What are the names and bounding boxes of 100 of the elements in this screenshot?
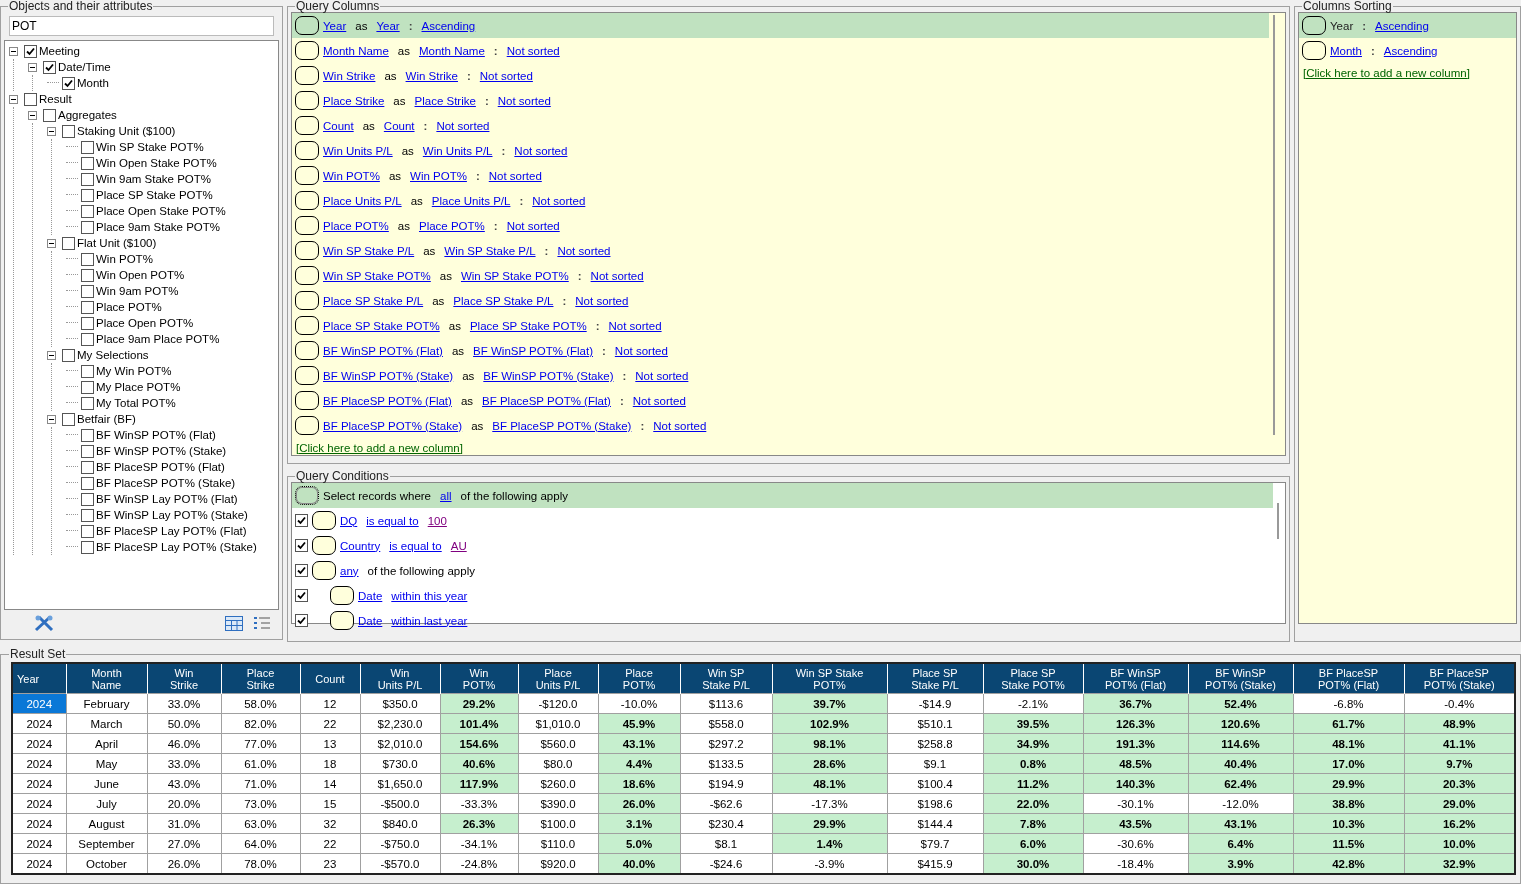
- checkbox[interactable]: [81, 140, 94, 154]
- tree-item[interactable]: BF WinSP POT% (Flat): [96, 429, 216, 441]
- tree-item[interactable]: My Selections: [77, 349, 149, 361]
- sort-link[interactable]: Not sorted: [557, 244, 611, 257]
- row-handle[interactable]: [295, 266, 319, 285]
- tree-item[interactable]: Win SP Stake POT%: [96, 141, 204, 153]
- sort-link[interactable]: Not sorted: [532, 194, 586, 207]
- row-handle[interactable]: [295, 341, 319, 360]
- checkbox[interactable]: [81, 396, 94, 410]
- value-link[interactable]: 100: [427, 514, 447, 527]
- tree-item[interactable]: BF PlaceSP POT% (Flat): [96, 461, 225, 473]
- sort-link[interactable]: Not sorted: [506, 219, 560, 232]
- checkbox[interactable]: [295, 539, 308, 552]
- table-cell[interactable]: 2024: [12, 813, 66, 834]
- column-header[interactable]: Place Units P/L: [518, 663, 598, 694]
- row-handle[interactable]: [295, 166, 319, 185]
- sort-link[interactable]: Not sorted: [608, 319, 662, 332]
- expand-toggle[interactable]: [47, 350, 56, 360]
- tree-item[interactable]: My Win POT%: [96, 365, 172, 377]
- column-header[interactable]: Win Units P/L: [360, 663, 440, 694]
- sort-link[interactable]: Not sorted: [614, 344, 668, 357]
- tree-item[interactable]: Place POT%: [96, 301, 162, 313]
- quantifier-link[interactable]: all: [440, 489, 452, 502]
- alias-link[interactable]: Win Units P/L: [422, 144, 493, 157]
- sort-link[interactable]: Not sorted: [479, 69, 533, 82]
- tree-item[interactable]: My Total POT%: [96, 397, 176, 409]
- checkbox[interactable]: [81, 540, 94, 554]
- expand-toggle[interactable]: [47, 238, 56, 248]
- table-cell[interactable]: 2024: [12, 733, 66, 754]
- checkbox[interactable]: [43, 108, 56, 122]
- row-handle[interactable]: [312, 536, 336, 555]
- row-handle[interactable]: [295, 66, 319, 85]
- row-handle[interactable]: [295, 416, 319, 435]
- field-link[interactable]: Win Units P/L: [323, 144, 393, 157]
- column-header[interactable]: Win SP Stake P/L: [680, 663, 772, 694]
- list-icon[interactable]: [253, 615, 271, 631]
- alias-link[interactable]: Win POT%: [410, 169, 467, 182]
- checkbox[interactable]: [81, 332, 94, 346]
- table-cell[interactable]: 2024: [12, 773, 66, 794]
- selected-row[interactable]: Year as Year : Ascending: [292, 13, 1269, 38]
- sort-link[interactable]: Not sorted: [632, 394, 686, 407]
- alias-link[interactable]: Month Name: [419, 44, 485, 57]
- tree-item[interactable]: BF WinSP Lay POT% (Stake): [96, 509, 248, 521]
- tree-item[interactable]: Place SP Stake POT%: [96, 189, 213, 201]
- checkbox[interactable]: [81, 252, 94, 266]
- checkbox[interactable]: [81, 428, 94, 442]
- tools-icon[interactable]: [34, 614, 54, 632]
- checkbox[interactable]: [81, 204, 94, 218]
- row-handle[interactable]: [295, 486, 319, 505]
- checkbox[interactable]: [81, 268, 94, 282]
- tree-item[interactable]: BF PlaceSP Lay POT% (Stake): [96, 541, 257, 553]
- checkbox[interactable]: [81, 300, 94, 314]
- row-handle[interactable]: [295, 116, 319, 135]
- checkbox[interactable]: [24, 44, 37, 58]
- alias-link[interactable]: Win SP Stake POT%: [460, 269, 569, 282]
- tree-item[interactable]: BF WinSP POT% (Stake): [96, 445, 227, 457]
- row-handle[interactable]: [295, 141, 319, 160]
- checkbox[interactable]: [62, 412, 75, 426]
- checkbox[interactable]: [24, 92, 37, 106]
- tree-item[interactable]: Betfair (BF): [77, 413, 136, 425]
- expand-toggle[interactable]: [9, 46, 18, 56]
- sort-link[interactable]: Not sorted: [436, 119, 490, 132]
- tree-item[interactable]: Win POT%: [96, 253, 153, 265]
- sort-link[interactable]: Not sorted: [506, 44, 560, 57]
- tree-item[interactable]: Date/Time: [58, 61, 111, 73]
- column-header[interactable]: BF WinSP POT% (Flat): [1083, 663, 1188, 694]
- grid-icon[interactable]: [225, 615, 243, 631]
- column-header[interactable]: BF PlaceSP POT% (Stake): [1404, 663, 1515, 694]
- alias-link[interactable]: Place SP Stake P/L: [453, 294, 554, 307]
- tree-item[interactable]: Win 9am Stake POT%: [96, 173, 212, 185]
- row-handle[interactable]: [330, 611, 354, 630]
- row-handle[interactable]: [295, 291, 319, 310]
- checkbox[interactable]: [62, 124, 75, 138]
- tree-item[interactable]: Win 9am POT%: [96, 285, 179, 297]
- checkbox[interactable]: [62, 236, 75, 250]
- sort-link[interactable]: Not sorted: [488, 169, 542, 182]
- tree-item[interactable]: Aggregates: [58, 109, 117, 121]
- row-handle[interactable]: [295, 366, 319, 385]
- field-link[interactable]: Date: [358, 589, 383, 602]
- row-handle[interactable]: [330, 586, 354, 605]
- column-header[interactable]: Place Strike: [221, 663, 300, 694]
- tree-item[interactable]: BF PlaceSP Lay POT% (Flat): [96, 525, 247, 537]
- field-link[interactable]: Count: [323, 119, 354, 132]
- checkbox[interactable]: [81, 316, 94, 330]
- add-column-link[interactable]: [Click here to add a new column]: [1303, 67, 1516, 79]
- field-link[interactable]: Month Name: [323, 44, 389, 57]
- alias-link[interactable]: Place Units P/L: [431, 194, 511, 207]
- operator-link[interactable]: within this year: [391, 589, 468, 602]
- checkbox[interactable]: [295, 514, 308, 527]
- quantifier-link[interactable]: any: [340, 564, 359, 577]
- alias-link[interactable]: BF PlaceSP POT% (Flat): [482, 394, 611, 407]
- checkbox[interactable]: [81, 380, 94, 394]
- checkbox[interactable]: [43, 60, 56, 74]
- row-handle[interactable]: [312, 511, 336, 530]
- field-link[interactable]: Place Strike: [323, 94, 385, 107]
- alias-link[interactable]: BF PlaceSP POT% (Stake): [492, 419, 632, 432]
- sort-link[interactable]: Not sorted: [635, 369, 689, 382]
- checkbox[interactable]: [295, 614, 308, 627]
- field-link[interactable]: Win POT%: [323, 169, 380, 182]
- tree-item[interactable]: Flat Unit ($100): [77, 237, 157, 249]
